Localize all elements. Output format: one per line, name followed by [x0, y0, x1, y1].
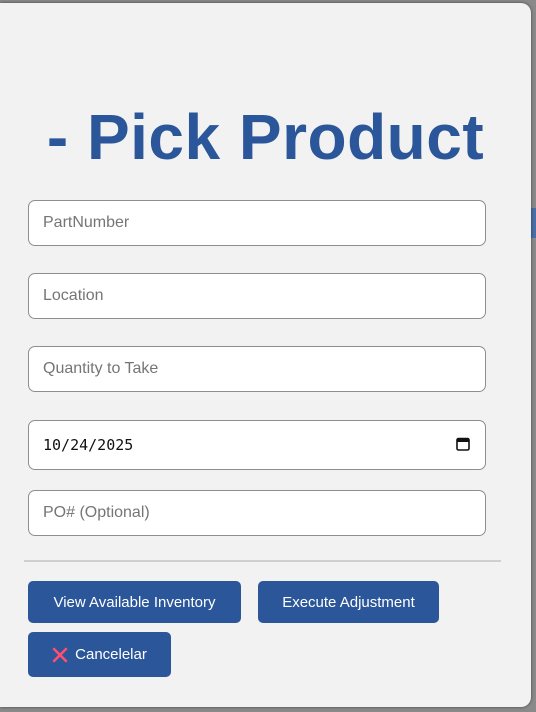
quantity-input[interactable] — [28, 346, 486, 392]
view-inventory-button[interactable]: View Available Inventory — [28, 581, 241, 623]
background-accent — [531, 208, 536, 238]
view-inventory-label: View Available Inventory — [53, 593, 216, 611]
part-number-input[interactable] — [28, 200, 486, 246]
cancel-label: Cancelelar — [75, 646, 147, 663]
divider — [24, 560, 501, 562]
pick-product-dialog: - Pick Product 10/24/2025 View Available… — [0, 3, 531, 707]
date-input[interactable]: 10/24/2025 — [28, 420, 486, 470]
calendar-icon[interactable] — [456, 437, 470, 451]
close-icon — [52, 647, 68, 662]
po-number-input[interactable] — [28, 490, 486, 536]
execute-adjustment-label: Execute Adjustment — [282, 593, 415, 611]
execute-adjustment-button[interactable]: Execute Adjustment — [258, 581, 439, 623]
dialog-title: - Pick Product — [46, 101, 485, 173]
location-input[interactable] — [28, 273, 486, 319]
date-value: 10/24/2025 — [43, 436, 134, 454]
cancel-button[interactable]: Cancelelar — [28, 632, 171, 677]
